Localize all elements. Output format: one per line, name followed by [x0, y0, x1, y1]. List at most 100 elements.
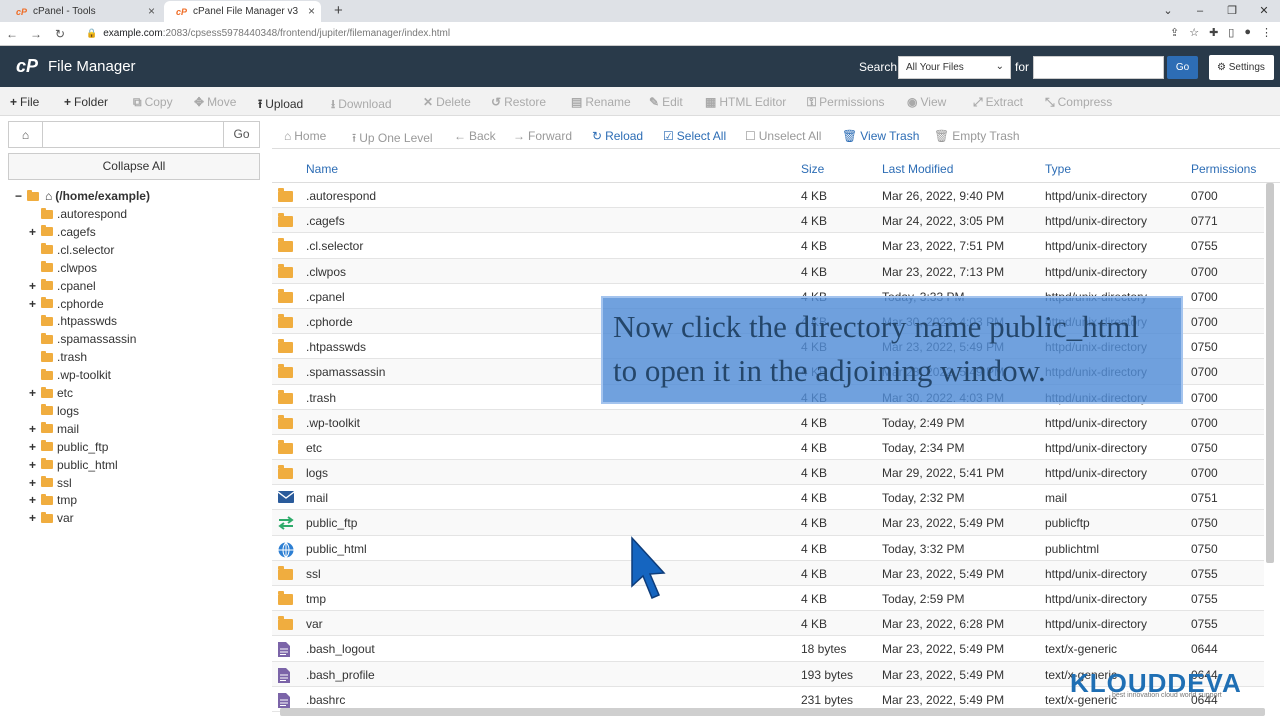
table-row[interactable]: etc 4 KB Today, 2:34 PM httpd/unix-director… [272, 435, 1264, 461]
table-row[interactable]: public_ftp 4 KB Mar 23, 2022, 5:49 PM publi… [272, 510, 1264, 536]
file-name[interactable]: public_ftp [306, 516, 357, 530]
toolbar-rename-button[interactable]: ▤ Rename [571, 95, 631, 109]
toolbar-upload-button[interactable]: ⭱ Upload [258, 95, 303, 116]
expand-icon[interactable]: + [29, 476, 41, 490]
table-row[interactable]: .clwpos 4 KB Mar 23, 2022, 7:13 PM httpd/un… [272, 258, 1264, 284]
file-toolbar-view-trash-button[interactable]: 🗑 View Trash [842, 129, 919, 143]
tree-item-mail[interactable]: + mail [29, 420, 79, 438]
tree-item-spamassassin[interactable]: .spamassassin [29, 330, 136, 348]
file-toolbar-home-button[interactable]: ⌂ Home [284, 129, 326, 143]
table-row[interactable]: tmp 4 KB Today, 2:59 PM httpd/unix-director… [272, 586, 1264, 612]
browser-tab-file-manager[interactable]: cP cPanel File Manager v3 × [164, 1, 321, 22]
tree-item-autorespond[interactable]: .autorespond [29, 205, 127, 223]
table-row[interactable]: .cl.selector 4 KB Mar 23, 2022, 7:51 PM htt… [272, 233, 1264, 259]
search-go-button[interactable]: Go [1167, 56, 1198, 79]
toolbar-restore-button[interactable]: ↺ Restore [491, 95, 546, 109]
sidepanel-icon[interactable]: ▯ [1228, 26, 1234, 39]
browser-tab-tools[interactable]: cP cPanel - Tools × [4, 1, 161, 22]
file-name[interactable]: tmp [306, 592, 326, 606]
tree-item-tmp[interactable]: + tmp [29, 491, 77, 509]
file-toolbar-reload-button[interactable]: ↻ Reload [592, 129, 643, 143]
reload-icon[interactable]: ↻ [48, 27, 72, 41]
expand-icon[interactable]: + [29, 422, 41, 436]
menu-icon[interactable]: ⋮ [1261, 26, 1272, 39]
column-type[interactable]: Type [1045, 162, 1071, 176]
expand-icon[interactable]: + [29, 458, 41, 472]
tree-item-cphorde[interactable]: + .cphorde [29, 295, 104, 313]
path-input[interactable] [43, 122, 223, 147]
tree-item-cpanel[interactable]: + .cpanel [29, 277, 96, 295]
search-scope-select[interactable]: All Your Files ⌄ [898, 56, 1011, 79]
file-name[interactable]: .bash_logout [306, 642, 375, 656]
column-size[interactable]: Size [801, 162, 824, 176]
file-name[interactable]: var [306, 617, 323, 631]
tree-item-trash[interactable]: .trash [29, 348, 87, 366]
file-toolbar-forward-button[interactable]: → Forward [513, 129, 572, 143]
file-name[interactable]: .htpasswds [306, 340, 366, 354]
file-name[interactable]: .bashrc [306, 693, 345, 707]
toolbar-html-editor-button[interactable]: ▦ HTML Editor [705, 95, 786, 109]
tree-item-ssl[interactable]: + ssl [29, 474, 72, 492]
table-row[interactable]: .wp-toolkit 4 KB Today, 2:49 PM httpd/unix-… [272, 409, 1264, 435]
collapse-all-button[interactable]: Collapse All [8, 153, 260, 180]
toolbar-compress-button[interactable]: ⤡ Compress [1045, 95, 1112, 110]
minimize-icon[interactable]: – [1184, 0, 1216, 22]
file-name[interactable]: logs [306, 466, 328, 480]
tree-item-public-ftp[interactable]: + public_ftp [29, 438, 108, 456]
forward-icon[interactable]: → [24, 27, 48, 41]
toolbar-file-button[interactable]: + File [10, 95, 39, 109]
tree-root[interactable]: − ⌂ (/home/example) [15, 187, 150, 205]
tree-item-htpasswds[interactable]: .htpasswds [29, 312, 117, 330]
table-row[interactable]: ssl 4 KB Mar 23, 2022, 5:49 PM httpd/unix-d… [272, 560, 1264, 586]
toolbar-move-button[interactable]: ✥ Move [194, 95, 236, 109]
tree-item-cl-selector[interactable]: .cl.selector [29, 241, 114, 259]
close-window-icon[interactable]: ✕ [1248, 0, 1280, 22]
expand-icon[interactable]: + [29, 440, 41, 454]
close-tab-icon[interactable]: × [148, 4, 155, 18]
expand-icon[interactable]: + [29, 225, 41, 239]
table-row[interactable]: public_html 4 KB Today, 3:32 PM publichtml 0… [272, 536, 1264, 561]
search-input[interactable] [1033, 56, 1164, 79]
file-name[interactable]: .cpanel [306, 290, 345, 304]
tree-item-clwpos[interactable]: .clwpos [29, 259, 97, 277]
file-name[interactable]: .wp-toolkit [306, 416, 360, 430]
file-name[interactable]: mail [306, 491, 328, 505]
file-name[interactable]: .clwpos [306, 265, 346, 279]
table-row[interactable]: mail 4 KB Today, 2:32 PM mail 0751 [272, 485, 1264, 511]
table-row[interactable]: logs 4 KB Mar 29, 2022, 5:41 PM httpd/unix-… [272, 460, 1264, 486]
table-row[interactable]: var 4 KB Mar 23, 2022, 6:28 PM httpd/unix-d… [272, 611, 1264, 637]
tree-item-logs[interactable]: logs [29, 402, 79, 420]
toolbar-permissions-button[interactable]: ⚿ Permissions [807, 95, 885, 110]
file-name[interactable]: .spamassassin [306, 365, 385, 379]
file-toolbar-back-button[interactable]: ← Back [454, 129, 496, 143]
file-name[interactable]: public_html [306, 542, 367, 556]
file-name[interactable]: .bash_profile [306, 668, 375, 682]
file-name[interactable]: ssl [306, 567, 321, 581]
close-tab-icon[interactable]: × [308, 4, 315, 18]
share-icon[interactable]: ⇪ [1170, 26, 1179, 39]
file-toolbar-select-all-button[interactable]: ☑ Select All [663, 129, 726, 143]
file-name[interactable]: .cphorde [306, 315, 353, 329]
toolbar-edit-button[interactable]: ✎ Edit [649, 95, 683, 109]
column-name[interactable]: Name [306, 162, 338, 176]
table-row[interactable]: .bash_logout 18 bytes Mar 23, 2022, 5:49 P… [272, 636, 1264, 662]
tree-item-cagefs[interactable]: + .cagefs [29, 223, 96, 241]
path-go-button[interactable]: Go [223, 122, 259, 147]
expand-icon[interactable]: + [29, 511, 41, 525]
tree-item-wp-toolkit[interactable]: .wp-toolkit [29, 366, 111, 384]
expand-icon[interactable]: + [29, 493, 41, 507]
file-name[interactable]: .cagefs [306, 214, 345, 228]
file-name[interactable]: .trash [306, 391, 336, 405]
table-row[interactable]: .autorespond 4 KB Mar 26, 2022, 9:40 PM htt… [272, 183, 1264, 209]
profile-icon[interactable]: ● [1244, 26, 1251, 39]
horizontal-scrollbar[interactable] [280, 708, 1265, 716]
new-tab-icon[interactable]: + [334, 2, 343, 19]
file-name[interactable]: etc [306, 441, 322, 455]
tab-search-icon[interactable]: ⌄ [1152, 0, 1184, 22]
file-toolbar-unselect-all-button[interactable]: ☐ Unselect All [745, 129, 821, 143]
toolbar-extract-button[interactable]: ⤢ Extract [973, 95, 1023, 110]
expand-icon[interactable]: + [29, 297, 41, 311]
file-toolbar-empty-trash-button[interactable]: 🗑 Empty Trash [934, 129, 1020, 143]
tree-item-public-html[interactable]: + public_html [29, 456, 118, 474]
toolbar-download-button[interactable]: ⭳ Download [331, 95, 392, 116]
